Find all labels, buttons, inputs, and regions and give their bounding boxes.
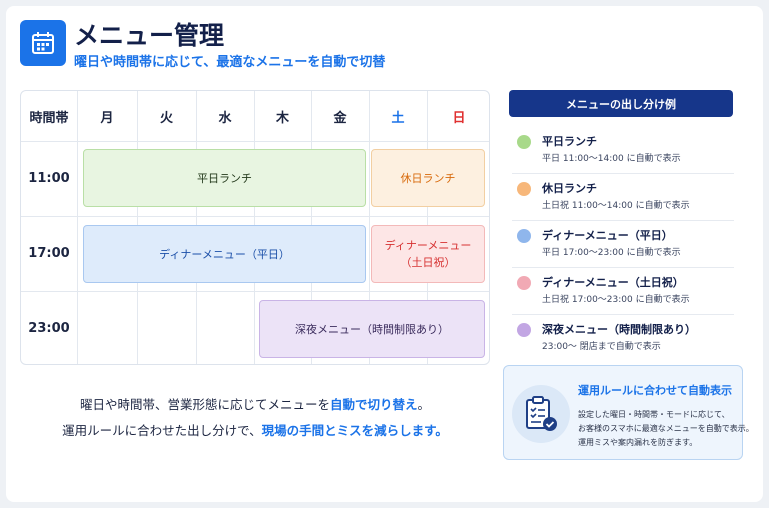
- time-column-header: 時間帯: [29, 110, 69, 126]
- block-label: 平日ランチ: [197, 171, 252, 185]
- caption-text: 。: [417, 397, 431, 412]
- legend-item-name: ディナーメニュー（平日）: [542, 229, 673, 242]
- block-holiday-lunch[interactable]: 休日ランチ: [371, 149, 485, 207]
- legend-dot: [517, 182, 531, 196]
- legend-item: 休日ランチ 土日祝 11:00〜14:00 に自動で表示: [512, 174, 734, 221]
- day-header-fri: 金: [333, 110, 347, 126]
- info-line: 設定した曜日・時間帯・モードに応じて、: [578, 410, 730, 419]
- legend-dot: [517, 276, 531, 290]
- auto-display-info-card: 運用ルールに合わせて自動表示 設定した曜日・時間帯・モードに応じて、 お客様のス…: [503, 365, 754, 460]
- time-label-1700: 17:00: [28, 246, 70, 261]
- legend-item: 深夜メニュー（時間制限あり） 23:00〜 閉店まで自動で表示: [512, 315, 734, 362]
- legend-item-desc: 平日 17:00〜23:00 に自動で表示: [542, 248, 681, 258]
- day-header-tue: 火: [159, 110, 173, 126]
- grid-line: [21, 141, 489, 142]
- caption-highlight: 現場の手間とミスを減らします。: [261, 423, 448, 438]
- legend-item-desc: 23:00〜 閉店まで自動で表示: [542, 342, 661, 352]
- legend-item-name: 休日ランチ: [542, 182, 597, 195]
- legend-item-desc: 平日 11:00〜14:00 に自動で表示: [542, 154, 681, 164]
- caption-line-1: 曜日や時間帯、営業形態に応じてメニューを自動で切り替え。: [20, 392, 490, 418]
- caption-text: 運用ルールに合わせた出し分けで、: [62, 423, 262, 438]
- time-label-1100: 11:00: [28, 171, 70, 186]
- page-title: メニュー管理: [74, 21, 225, 50]
- day-header-wed: 水: [218, 110, 232, 126]
- block-holiday-dinner[interactable]: ディナーメニュー （土日祝）: [371, 225, 485, 283]
- legend-item: 平日ランチ 平日 11:00〜14:00 に自動で表示: [512, 127, 734, 174]
- block-label-line1: ディナーメニュー: [384, 239, 472, 252]
- grid-line: [21, 216, 489, 217]
- legend-item-desc: 土日祝 17:00〜23:00 に自動で表示: [542, 295, 690, 305]
- clipboard-check-icon: [512, 385, 570, 443]
- info-line: お客様のスマホに最適なメニューを自動で表示。: [578, 424, 754, 433]
- legend-item-desc: 土日祝 11:00〜14:00 に自動で表示: [542, 201, 690, 211]
- info-body: 設定した曜日・時間帯・モードに応じて、 お客様のスマホに最適なメニューを自動で表…: [578, 408, 754, 450]
- block-label: 休日ランチ: [400, 171, 456, 185]
- info-line: 運用ミスや案内漏れを防ぎます。: [578, 438, 698, 447]
- legend-item-name: 平日ランチ: [542, 135, 597, 148]
- legend-item-name: ディナーメニュー（土日祝）: [542, 276, 684, 289]
- info-title: 運用ルールに合わせて自動表示: [578, 384, 732, 397]
- legend-item-name: 深夜メニュー（時間制限あり）: [542, 323, 696, 336]
- legend-item: ディナーメニュー（平日） 平日 17:00〜23:00 に自動で表示: [512, 221, 734, 268]
- legend-dot: [517, 135, 531, 149]
- block-label-line2: （土日祝）: [400, 256, 456, 269]
- caption-line-2: 運用ルールに合わせた出し分けで、現場の手間とミスを減らします。: [20, 418, 490, 444]
- summary-caption: 曜日や時間帯、営業形態に応じてメニューを自動で切り替え。 運用ルールに合わせた出…: [20, 392, 490, 444]
- block-weekday-dinner[interactable]: ディナーメニュー（平日）: [83, 225, 366, 283]
- day-header-mon: 月: [100, 110, 114, 126]
- block-weekday-lunch[interactable]: 平日ランチ: [83, 149, 366, 207]
- caption-text: 曜日や時間帯、営業形態に応じてメニューを: [79, 397, 330, 412]
- legend-item: ディナーメニュー（土日祝） 土日祝 17:00〜23:00 に自動で表示: [512, 268, 734, 315]
- legend-dot: [517, 229, 531, 243]
- weekly-schedule-grid: 時間帯 月 火 水 木 金 土 日 11:00 17:00 23:00 平日ラン…: [20, 90, 490, 365]
- grid-line: [21, 291, 489, 292]
- legend-dot: [517, 323, 531, 337]
- time-label-2300: 23:00: [28, 321, 70, 336]
- block-label: 深夜メニュー（時間制限あり）: [295, 322, 449, 336]
- calendar-icon: [20, 20, 66, 66]
- block-late-night[interactable]: 深夜メニュー（時間制限あり）: [259, 300, 485, 358]
- day-header-sat: 土: [391, 110, 405, 126]
- page-subtitle: 曜日や時間帯に応じて、最適なメニューを自動で切替: [74, 55, 386, 70]
- caption-highlight: 自動で切り替え: [329, 397, 418, 412]
- block-label: ディナーメニュー（平日）: [159, 247, 290, 261]
- day-header-sun: 日: [452, 110, 466, 126]
- day-header-thu: 木: [275, 110, 289, 126]
- legend-title: メニューの出し分け例: [509, 90, 733, 117]
